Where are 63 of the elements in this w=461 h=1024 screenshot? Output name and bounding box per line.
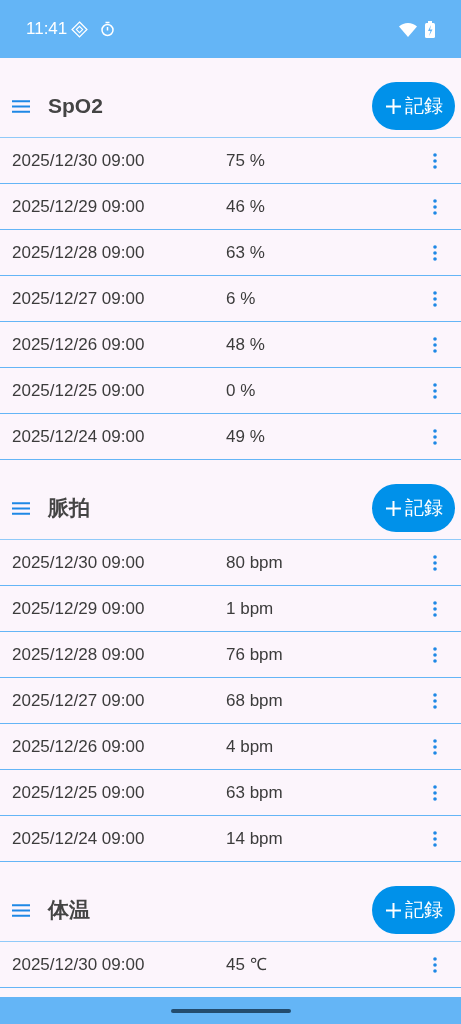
value-cell-text: 49 % [226,425,265,448]
more-vertical-icon [433,153,437,170]
value-cell-text: 48 % [226,333,265,356]
section-title: 体温 [48,897,90,924]
more-vertical-icon [433,957,437,974]
menu-icon[interactable] [12,903,30,917]
datetime-cell-text: 2025/12/24 09:00 [12,827,146,850]
value-cell-text: 80 bpm [226,551,283,574]
add-record-button[interactable]: 記録 [372,82,455,130]
datetime-cell-text: 2025/12/30 09:00 [12,953,146,976]
value-cell-text: 46 % [226,195,265,218]
more-vertical-icon [433,245,437,262]
more-vertical-icon [433,647,437,664]
value-cell-text: 68 bpm [226,689,283,712]
more-vertical-icon [433,291,437,308]
section-title: 脈拍 [48,495,90,522]
plus-icon [386,902,401,918]
add-record-button[interactable]: 記録 [372,886,455,934]
menu-icon[interactable] [12,501,30,515]
section-title: SpO2 [48,93,103,120]
menu-icon[interactable] [12,99,30,113]
value-cell-text: 1 bpm [226,597,274,620]
datetime-cell-text: 2025/12/29 09:00 [12,597,146,620]
datetime-cell-text: 2025/12/26 09:00 [12,735,146,758]
datetime-cell-text: 2025/12/24 09:00 [12,425,146,448]
datetime-cell-text: 2025/12/25 09:00 [12,379,146,402]
value-cell-text: 63 bpm [226,781,283,804]
add-record-button[interactable]: 記録 [372,484,455,532]
datetime-cell-text: 2025/12/30 09:00 [12,551,146,574]
more-vertical-icon [433,555,437,572]
more-vertical-icon [433,831,437,848]
value-cell-text: 63 % [226,241,265,264]
plus-icon [386,98,401,114]
datetime-cell-text: 2025/12/29 09:00 [12,195,146,218]
value-cell-text: 14 bpm [226,827,283,850]
more-vertical-icon [433,739,437,756]
more-vertical-icon [433,785,437,802]
battery-charging-icon [425,20,435,38]
value-cell-text: 4 bpm [226,735,274,758]
diamond-grid-icon [71,20,89,38]
value-cell-text: 0 % [226,379,256,402]
datetime-cell-text: 2025/12/28 09:00 [12,643,146,666]
datetime-cell-text: 2025/12/26 09:00 [12,333,146,356]
home-indicator[interactable] [170,1008,291,1013]
plus-icon [386,500,401,516]
more-vertical-icon [433,199,437,216]
datetime-cell-text: 2025/12/27 09:00 [12,287,146,310]
more-vertical-icon [433,337,437,354]
value-cell-text: 45 ℃ [226,953,267,976]
more-vertical-icon [433,601,437,618]
wifi-icon [399,21,417,37]
value-cell-text: 76 bpm [226,643,283,666]
more-vertical-icon [433,429,437,446]
value-cell-text: 6 % [226,287,256,310]
datetime-cell-text: 2025/12/25 09:00 [12,781,146,804]
datetime-cell-text: 2025/12/30 09:00 [12,149,146,172]
more-vertical-icon [433,383,437,400]
datetime-cell-text: 2025/12/28 09:00 [12,241,146,264]
more-vertical-icon [433,693,437,710]
status-time: 11:41 [26,18,68,41]
datetime-cell-text: 2025/12/27 09:00 [12,689,146,712]
value-cell-text: 75 % [226,149,265,172]
stopwatch-icon [100,21,116,37]
